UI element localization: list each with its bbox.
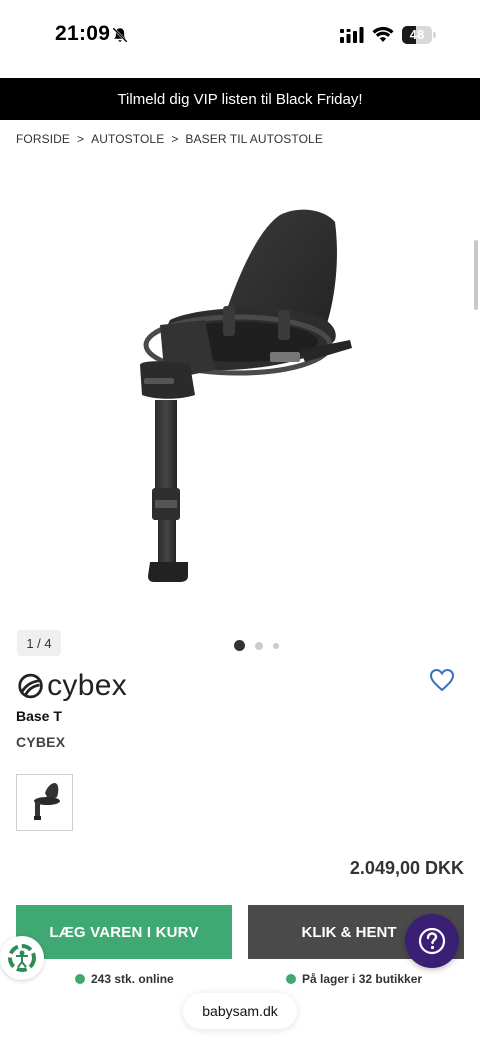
battery-level: 48 bbox=[409, 27, 425, 42]
breadcrumb-separator: > bbox=[77, 132, 85, 146]
carousel-dots bbox=[234, 640, 289, 651]
carousel-dot-1[interactable] bbox=[234, 640, 245, 651]
brand-logo-text: cybex bbox=[47, 669, 127, 702]
question-mark-icon bbox=[418, 927, 446, 955]
add-to-cart-button[interactable]: LÆG VAREN I KURV bbox=[16, 905, 232, 959]
heart-outline-icon[interactable] bbox=[428, 666, 456, 694]
brand-logo[interactable]: cybex bbox=[17, 668, 127, 704]
image-counter: 1 / 4 bbox=[17, 630, 61, 656]
bell-slash-icon bbox=[112, 27, 128, 43]
page-scrollbar[interactable] bbox=[474, 240, 478, 310]
click-and-collect-label: KLIK & HENT bbox=[301, 923, 397, 941]
wifi-icon bbox=[372, 26, 394, 42]
product-thumbnail[interactable] bbox=[16, 774, 73, 831]
stock-online: 243 stk. online bbox=[75, 972, 174, 986]
breadcrumb-home[interactable]: FORSIDE bbox=[16, 132, 70, 146]
status-time: 21:09 bbox=[55, 22, 111, 45]
product-price: 2.049,00 DKK bbox=[349, 858, 464, 878]
battery-indicator: 48 bbox=[402, 26, 436, 44]
promo-banner-text[interactable]: Tilmeld dig VIP listen til Black Friday! bbox=[117, 91, 362, 108]
browser-url-bar[interactable]: babysam.dk bbox=[183, 993, 297, 1029]
breadcrumb-separator: > bbox=[171, 132, 179, 146]
breadcrumb-car-seats[interactable]: AUTOSTOLE bbox=[91, 132, 164, 146]
stock-stores[interactable]: På lager i 32 butikker bbox=[286, 972, 422, 986]
product-name: Base T bbox=[16, 708, 62, 724]
cybex-logo-mark-icon bbox=[18, 673, 43, 699]
accessibility-button[interactable] bbox=[0, 936, 44, 980]
car-seat-base-image[interactable] bbox=[130, 200, 360, 595]
cellular-signal-icon bbox=[340, 27, 364, 43]
add-to-cart-label: LÆG VAREN I KURV bbox=[49, 923, 199, 941]
stock-stores-text[interactable]: På lager i 32 butikker bbox=[302, 972, 422, 986]
stock-dot-icon bbox=[75, 974, 85, 984]
promo-banner[interactable]: Tilmeld dig VIP listen til Black Friday! bbox=[0, 78, 480, 120]
browser-url-text[interactable]: babysam.dk bbox=[202, 1003, 277, 1019]
status-bar: 21:09 48 bbox=[0, 0, 480, 78]
stock-online-text: 243 stk. online bbox=[91, 972, 174, 986]
breadcrumb: FORSIDE > AUTOSTOLE > BASER TIL AUTOSTOL… bbox=[16, 132, 323, 146]
accessibility-icon bbox=[8, 944, 36, 972]
help-button[interactable] bbox=[405, 914, 459, 968]
car-seat-base-thumbnail-icon bbox=[34, 783, 60, 820]
product-brand[interactable]: CYBEX bbox=[16, 734, 65, 750]
carousel-dot-3[interactable] bbox=[273, 642, 279, 649]
stock-dot-icon bbox=[286, 974, 296, 984]
carousel-dot-2[interactable] bbox=[255, 641, 263, 650]
breadcrumb-car-seat-bases[interactable]: BASER TIL AUTOSTOLE bbox=[185, 132, 323, 146]
